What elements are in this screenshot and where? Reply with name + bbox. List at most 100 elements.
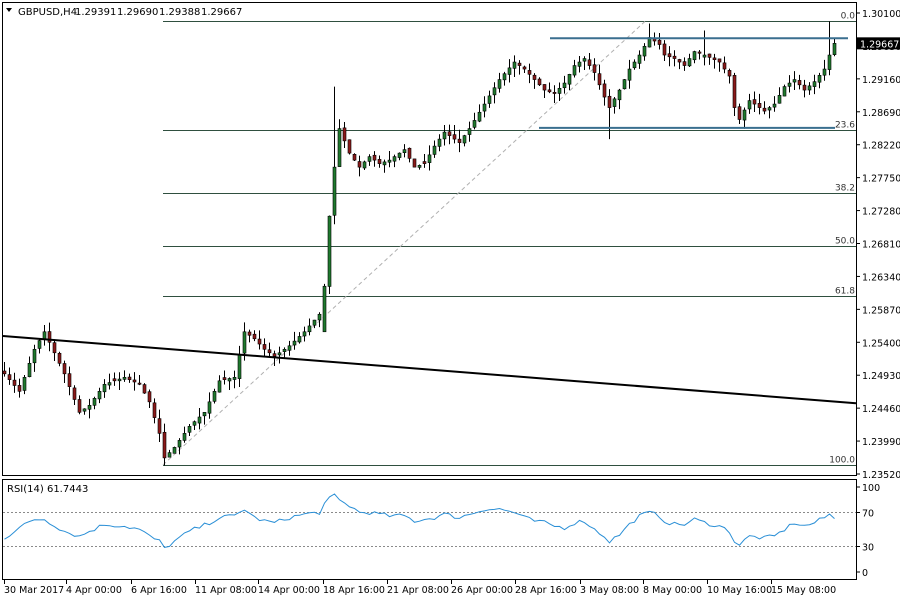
time-tick-label: 8 May 00:00 (643, 585, 702, 596)
rsi-tick-label: 100 (862, 483, 880, 494)
candle-body (132, 379, 137, 383)
candle-body (292, 340, 297, 346)
candle-body (592, 64, 597, 73)
candle-body (527, 70, 532, 75)
ohlc-close: 1.29667 (201, 7, 242, 18)
candle-body (747, 100, 752, 110)
candle-body (762, 107, 767, 112)
candle-body (277, 352, 282, 356)
candle-body (117, 378, 122, 382)
candle-body (767, 107, 772, 111)
candle-body (482, 103, 487, 112)
candle-body (67, 373, 72, 387)
candle-body (187, 426, 192, 433)
candle-body (587, 59, 592, 66)
fib-label-38-2: 38.2 (835, 184, 855, 194)
candle-body (612, 98, 617, 107)
price-tick-label: 1.23990 (862, 437, 900, 448)
candle-body (72, 387, 77, 400)
candle-body (737, 106, 742, 120)
candle-body (372, 154, 377, 161)
candle-body (472, 120, 477, 128)
candle-body (712, 57, 717, 61)
candle-body (62, 363, 67, 375)
candle-body (337, 128, 342, 167)
candle-body (467, 128, 472, 135)
candle-body (807, 85, 812, 91)
price-tick-label: 1.26810 (862, 240, 900, 251)
candle-body (322, 285, 327, 333)
candle-body (607, 95, 612, 108)
candle-body (32, 348, 37, 364)
candle-body (772, 103, 777, 108)
time-tick-label: 21 Apr 08:00 (387, 585, 449, 596)
candle-body (727, 70, 732, 77)
time-tick-label: 11 Apr 08:00 (195, 585, 257, 596)
candle-body (2, 370, 7, 375)
candle-body (392, 156, 397, 162)
candle-body (532, 74, 537, 80)
time-tick-label: 14 Apr 00:00 (258, 585, 320, 596)
candle-body (417, 165, 422, 168)
candle-body (787, 82, 792, 87)
candle-body (282, 348, 287, 352)
candle-body (382, 161, 387, 166)
candle-body (717, 58, 722, 63)
candle-body (692, 51, 697, 61)
candle-body (642, 45, 647, 57)
candle-body (142, 384, 147, 394)
candle-body (152, 402, 157, 418)
candle-body (627, 68, 632, 81)
candle-body (37, 340, 42, 349)
price-tick-label: 1.25400 (862, 338, 900, 349)
candle-body (262, 344, 267, 350)
time-tick-label: 30 Mar 2017 (4, 585, 64, 596)
candle-body (577, 61, 582, 67)
price-tick-label: 1.24460 (862, 404, 900, 415)
price-chart[interactable]: 0.023.638.250.061.8100.0 1.301001.296301… (0, 0, 900, 600)
candle-body (367, 156, 372, 162)
candle-body (227, 378, 232, 382)
candle-body (247, 331, 252, 336)
candle-body (617, 89, 622, 101)
price-axis: 1.301001.296301.291601.286901.282201.277… (856, 9, 900, 481)
candle-body (92, 398, 97, 406)
candle-body (82, 408, 87, 412)
time-tick-label: 15 May 08:00 (771, 585, 836, 596)
current-price-label: 1.29667 (860, 39, 899, 50)
candle-body (412, 158, 417, 168)
candle-body (27, 363, 32, 378)
candle-body (507, 67, 512, 75)
price-tick-label: 1.28690 (862, 108, 900, 119)
candle-body (7, 374, 12, 380)
fib-label-61-8: 61.8 (835, 287, 855, 297)
candle-body (217, 380, 222, 393)
candle-body (832, 43, 837, 55)
candle-body (422, 161, 427, 164)
candle-body (182, 433, 187, 441)
candle-body (672, 55, 677, 59)
candle-body (22, 377, 27, 391)
candle-body (442, 131, 447, 140)
candle-body (172, 447, 177, 454)
candle-body (792, 79, 797, 83)
candle-body (697, 51, 702, 54)
candle-body (347, 139, 352, 154)
candle-body (177, 440, 182, 448)
chart-title: GBPUSD,H4 (18, 7, 77, 18)
candle-body (107, 382, 112, 386)
ohlc-low: 1.29388 (159, 7, 200, 18)
candle-body (122, 377, 127, 380)
candle-body (657, 39, 662, 45)
candle-body (112, 378, 117, 382)
candle-body (457, 138, 462, 143)
candle-body (252, 333, 257, 340)
candle-body (242, 331, 247, 354)
candle-body (447, 131, 452, 136)
time-tick-label: 3 May 08:00 (580, 585, 639, 596)
candle-body (757, 103, 762, 108)
candle-body (157, 418, 162, 434)
candle-body (702, 54, 707, 58)
candle-body (497, 79, 502, 89)
price-tick-label: 1.29160 (862, 75, 900, 86)
